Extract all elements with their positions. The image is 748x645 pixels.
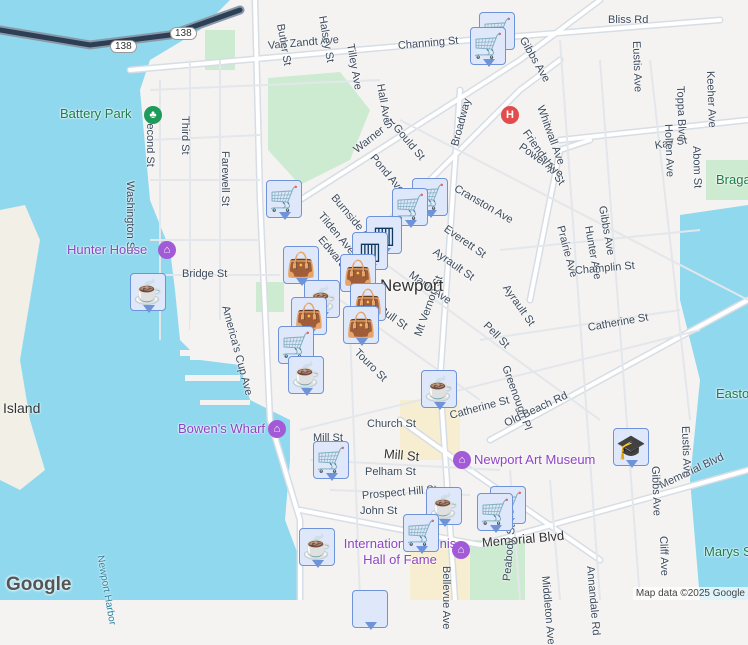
- shopping-bag-marker[interactable]: 👜: [343, 306, 379, 346]
- museum-pin-icon[interactable]: ⌂: [268, 420, 286, 438]
- street-label: Toppa Blvd: [674, 85, 688, 141]
- poi-bowens-wharf[interactable]: Bowen's Wharf: [178, 421, 265, 436]
- street-label: John St: [360, 505, 398, 517]
- shopping-bag-marker[interactable]: 👜: [283, 246, 319, 286]
- park-pin-icon[interactable]: ♣: [144, 106, 162, 124]
- coffee-marker[interactable]: ☕: [299, 528, 335, 568]
- map-attribution[interactable]: Map data ©2025 Google: [632, 587, 748, 600]
- city-label: Newport: [380, 276, 444, 295]
- shopping-cart-marker[interactable]: 🛒: [313, 441, 349, 481]
- street-label: Bliss Rd: [608, 14, 649, 26]
- street-label: Keeher Ave: [704, 70, 718, 128]
- poi-braga-park[interactable]: Braga Park: [716, 172, 748, 187]
- island-label: Island: [3, 400, 41, 416]
- street-label: Eustis Ave: [679, 425, 693, 478]
- poi-hunter-house[interactable]: Hunter House: [67, 242, 147, 257]
- poi-easton[interactable]: Easton: [716, 386, 748, 401]
- shopping-cart-marker[interactable]: 🛒: [403, 514, 439, 554]
- google-logo: Google: [6, 574, 72, 595]
- poi-battery-park[interactable]: Battery Park: [60, 106, 132, 121]
- map-marker[interactable]: [352, 590, 388, 630]
- shopping-cart-marker[interactable]: 🛒: [470, 27, 506, 67]
- coffee-marker[interactable]: ☕: [130, 273, 166, 313]
- street-label: Mill St: [383, 446, 420, 465]
- street-label: Church St: [367, 418, 416, 430]
- street-label: Bellevue Ave: [440, 566, 452, 630]
- museum-pin-icon[interactable]: ⌂: [158, 241, 176, 259]
- street-label: Eustis Ave: [630, 40, 644, 93]
- route-138-shield: 138: [110, 40, 137, 53]
- street-label: Third St: [179, 116, 191, 155]
- street-label: Abom St: [690, 145, 704, 189]
- street-label: Cliff Ave: [657, 535, 671, 577]
- street-label: Gibbs Ave: [649, 465, 663, 517]
- street-label: Farewell St: [219, 151, 231, 207]
- shopping-cart-marker[interactable]: 🛒: [477, 493, 513, 533]
- poi-newport-art-museum[interactable]: Newport Art Museum: [474, 452, 595, 467]
- street-label: Holten Ave: [662, 123, 676, 178]
- coffee-marker[interactable]: ☕: [421, 370, 457, 410]
- water-easton-pond: [680, 205, 748, 600]
- poi-marys[interactable]: Marys S: [704, 544, 748, 559]
- park-small: [256, 282, 284, 312]
- school-marker[interactable]: 🎓: [613, 428, 649, 468]
- shopping-cart-marker[interactable]: 🛒: [266, 180, 302, 220]
- museum-pin-icon[interactable]: ⌂: [453, 451, 471, 469]
- street-label: Pelham St: [365, 466, 416, 478]
- hospital-pin-icon[interactable]: H: [501, 106, 519, 124]
- poi-tennis-hall-of-fame[interactable]: International Tennis Hall of Fame: [335, 536, 465, 568]
- route-138-shield: 138: [170, 27, 197, 40]
- museum-pin-icon[interactable]: ⌂: [452, 541, 470, 559]
- coffee-marker[interactable]: ☕: [288, 356, 324, 396]
- street-label: Bridge St: [182, 268, 228, 280]
